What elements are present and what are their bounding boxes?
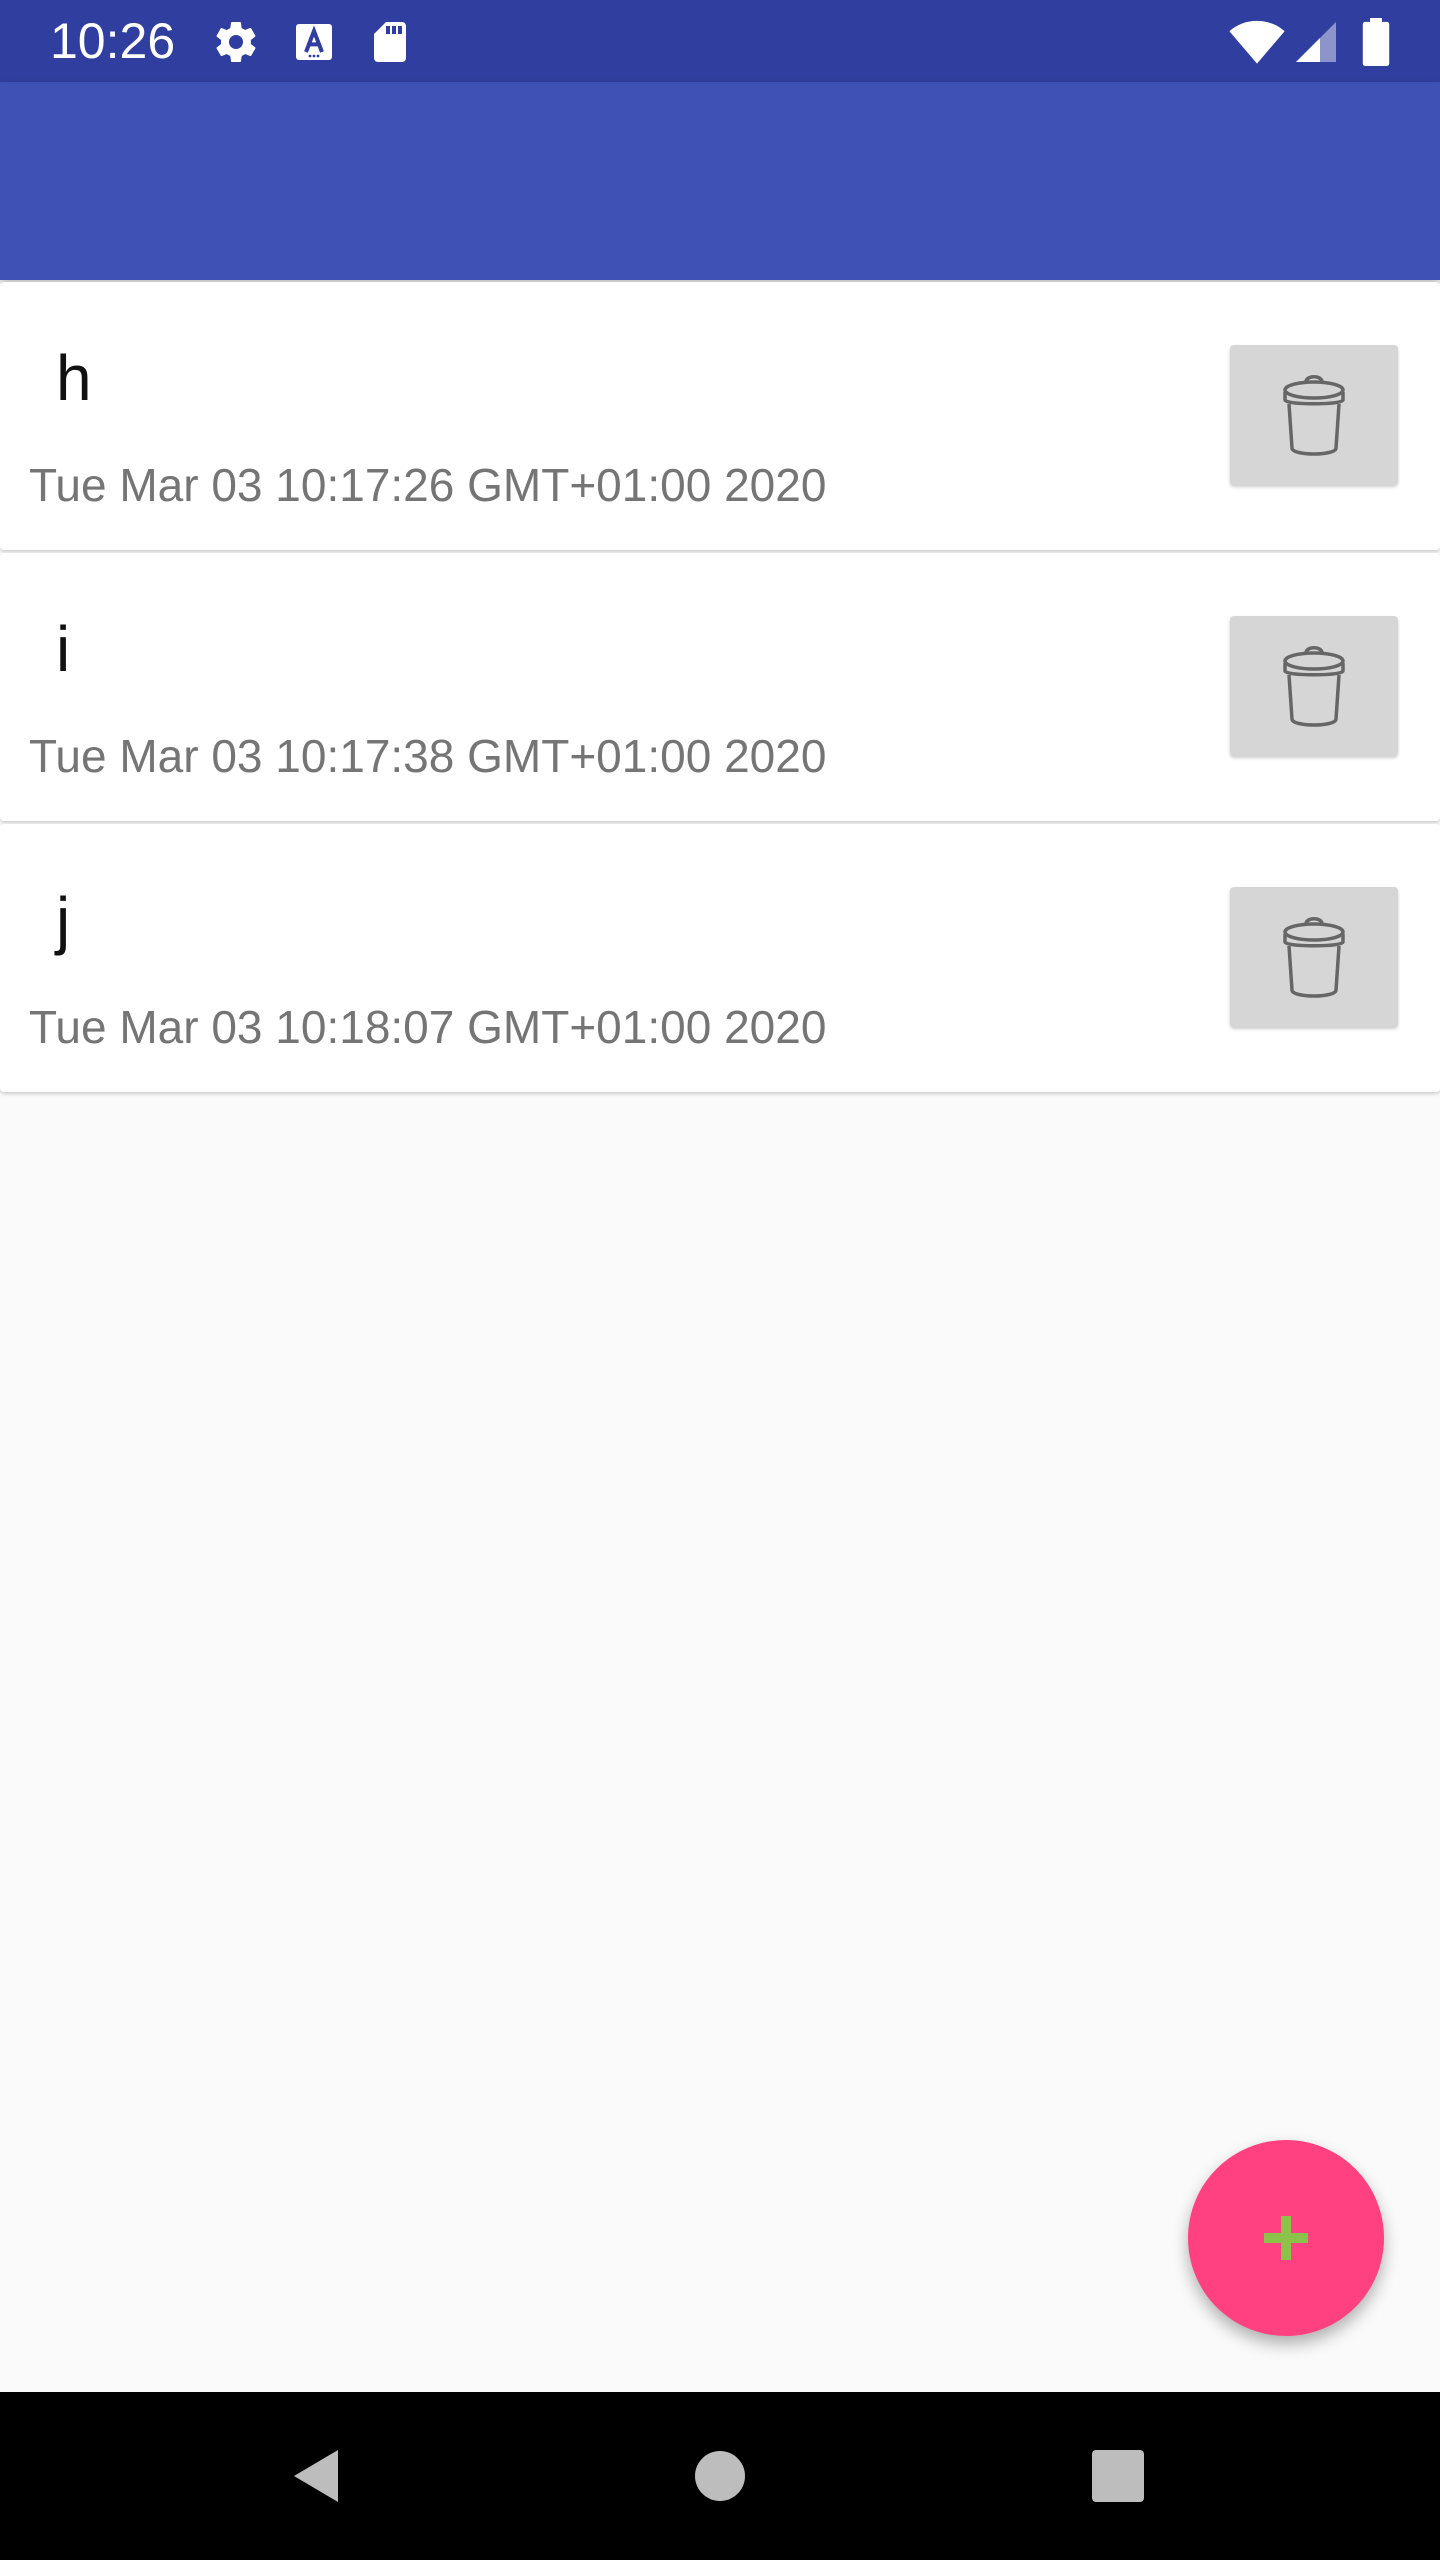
trash-icon <box>1283 375 1345 456</box>
back-icon <box>294 2450 338 2502</box>
status-time: 10:26 <box>50 13 176 69</box>
item-title: h <box>56 342 92 414</box>
gear-icon <box>212 18 260 66</box>
list-item[interactable]: h Tue Mar 03 10:17:26 GMT+01:00 2020 <box>0 282 1440 550</box>
item-title: i <box>56 613 71 685</box>
list-item[interactable]: j Tue Mar 03 10:18:07 GMT+01:00 2020 <box>0 824 1440 1092</box>
battery-icon <box>1358 18 1394 66</box>
text-a-icon <box>290 18 338 66</box>
navigation-bar <box>0 2392 1440 2560</box>
plus-icon <box>1264 2216 1308 2260</box>
item-date: Tue Mar 03 10:17:26 GMT+01:00 2020 <box>29 459 827 511</box>
sd-card-icon <box>366 18 414 66</box>
item-date: Tue Mar 03 10:17:38 GMT+01:00 2020 <box>29 730 827 782</box>
status-bar: 10:26 <box>0 0 1440 82</box>
signal-icon <box>1292 18 1340 66</box>
delete-button[interactable] <box>1230 345 1398 485</box>
add-note-button[interactable] <box>1188 2140 1384 2336</box>
trash-icon <box>1283 917 1345 998</box>
home-icon <box>695 2451 745 2501</box>
trash-icon <box>1283 646 1345 727</box>
delete-button[interactable] <box>1230 616 1398 756</box>
delete-button[interactable] <box>1230 887 1398 1027</box>
item-date: Tue Mar 03 10:18:07 GMT+01:00 2020 <box>29 1001 827 1053</box>
notes-list: h Tue Mar 03 10:17:26 GMT+01:00 2020 i T… <box>0 282 1440 1095</box>
wifi-icon <box>1228 18 1286 66</box>
item-title: j <box>56 884 71 956</box>
app-bar <box>0 82 1440 280</box>
back-button[interactable] <box>276 2436 356 2516</box>
app-screen: 10:26 h Tue Mar 03 10:17:26 GMT+01:00 20… <box>0 0 1440 2560</box>
recents-icon <box>1092 2450 1144 2502</box>
recents-button[interactable] <box>1078 2436 1158 2516</box>
home-button[interactable] <box>680 2436 760 2516</box>
list-item[interactable]: i Tue Mar 03 10:17:38 GMT+01:00 2020 <box>0 553 1440 821</box>
